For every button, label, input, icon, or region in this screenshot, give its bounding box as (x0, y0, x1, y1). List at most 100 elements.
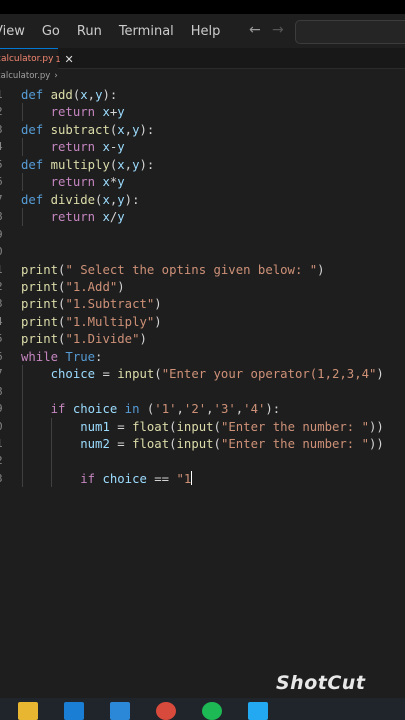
line-number: 4 (0, 138, 14, 156)
code-token: print (21, 262, 59, 277)
tab-calculator-py[interactable]: calculator.py 1 ✕ (0, 48, 74, 69)
problem-count-badge: 1 (55, 54, 61, 64)
code-line[interactable]: 2 return x+y (0, 103, 405, 121)
code-token: "1 (176, 471, 192, 486)
code-line[interactable]: 8 (0, 383, 405, 401)
code-token: , (176, 402, 184, 417)
code-line[interactable]: 0 (0, 243, 405, 261)
code-token: y (117, 105, 125, 120)
code-token: ( (169, 437, 177, 451)
code-line[interactable]: 6 while True: (0, 348, 405, 366)
code-token: ) (154, 297, 162, 312)
indent-guide (21, 103, 23, 121)
tab-filename: calculator.py (0, 54, 54, 64)
command-center-search[interactable] (295, 20, 405, 44)
code-token: = (109, 419, 133, 434)
code-token: '3' (213, 402, 236, 417)
code-line[interactable]: 1 print(" Select the optins given below: … (0, 261, 405, 279)
mail-icon[interactable] (64, 702, 84, 720)
code-token: num2 (80, 437, 110, 451)
code-line[interactable]: 3 if choice == "1 (0, 470, 405, 488)
forward-arrow-icon[interactable]: → (272, 22, 284, 38)
indent-guide (21, 208, 23, 226)
code-text: def divide(x,y): (21, 191, 139, 209)
chevron-right-icon: › (54, 71, 58, 81)
line-number: 8 (0, 208, 14, 226)
code-token: ( (154, 367, 162, 382)
code-line[interactable]: 4 return x-y (0, 138, 405, 156)
code-token: ( (139, 402, 155, 417)
code-token: x (102, 140, 110, 155)
code-token: x (102, 192, 110, 207)
code-token: ( (213, 437, 221, 451)
code-token: "1.Multiply" (65, 314, 155, 329)
code-token: print (21, 297, 59, 312)
code-token: )) (369, 419, 384, 434)
code-line[interactable]: 5 def multiply(x,y): (0, 156, 405, 174)
menu-go[interactable]: Go (42, 24, 60, 39)
menu-help[interactable]: Help (191, 24, 221, 39)
code-editor[interactable]: 1def add(x,y):2 return x+y3def subtract(… (0, 84, 405, 684)
line-number: 2 (0, 452, 14, 470)
code-line[interactable]: 9 (0, 226, 405, 244)
code-line[interactable]: 3 print("1.Subtract") (0, 295, 405, 313)
code-token: : (95, 349, 103, 364)
code-token: "1.Add" (65, 279, 118, 294)
line-number: 7 (0, 191, 14, 209)
code-line[interactable]: 5 print("1.Divide") (0, 330, 405, 348)
code-line[interactable]: 8 return x/y (0, 208, 405, 226)
code-token: '4' (243, 402, 266, 417)
code-token: ( (213, 419, 221, 434)
code-line[interactable]: 4 print("1.Multiply") (0, 313, 405, 331)
code-token: if (80, 471, 103, 486)
media-player-icon[interactable] (156, 702, 176, 720)
code-token: x (102, 210, 110, 225)
code-token: ): (102, 88, 118, 102)
code-token: def (21, 122, 51, 137)
line-number: 4 (0, 313, 14, 331)
text-cursor (191, 470, 193, 485)
code-line[interactable]: 0 num1 = float(input("Enter the number: … (0, 418, 405, 436)
code-line[interactable]: 1 def add(x,y): (0, 86, 405, 104)
line-number: 7 (0, 365, 14, 383)
code-line[interactable]: 3 def subtract(x,y): (0, 121, 405, 139)
code-text: print(" Select the optins given below: "… (21, 261, 325, 279)
line-number: 2 (0, 103, 14, 121)
breadcrumb-file[interactable]: calculator.py (0, 71, 50, 81)
code-text: def multiply(x,y): (21, 156, 154, 174)
code-line[interactable]: 2 (0, 452, 405, 470)
code-token: return (50, 105, 103, 120)
menu-view[interactable]: View (0, 24, 25, 39)
line-number: 3 (0, 470, 14, 488)
code-line[interactable]: 2 print("1.Add") (0, 278, 405, 296)
code-token: subtract (50, 122, 110, 137)
code-token: , (124, 122, 133, 137)
code-token: ) (117, 279, 125, 294)
spotify-icon[interactable] (202, 702, 222, 720)
code-text: return x+y (21, 103, 125, 121)
menu-terminal[interactable]: Terminal (119, 24, 174, 39)
file-explorer-icon[interactable] (18, 702, 38, 720)
indent-guide (21, 173, 23, 191)
code-token: = (109, 437, 133, 451)
line-number: 3 (0, 121, 14, 139)
code-text: return x/y (21, 208, 125, 226)
code-line[interactable]: 6 return x*y (0, 173, 405, 191)
code-line[interactable]: 9 if choice in ('1','2','3','4'): (0, 400, 405, 418)
line-number: 1 (0, 435, 14, 453)
code-line[interactable]: 7 def divide(x,y): (0, 191, 405, 209)
code-text: if choice in ('1','2','3','4'): (21, 400, 281, 418)
menu-run[interactable]: Run (77, 24, 102, 39)
code-line[interactable]: 7 choice = input("Enter your operator(1,… (0, 365, 405, 383)
line-number: 9 (0, 226, 14, 244)
back-arrow-icon[interactable]: ← (249, 22, 261, 38)
store-icon[interactable] (110, 702, 130, 720)
code-token: "1.Divide" (65, 332, 140, 347)
code-line[interactable]: 1 num2 = float(input("Enter the number: … (0, 435, 405, 453)
vscode-icon[interactable] (248, 702, 268, 720)
close-icon[interactable]: ✕ (65, 53, 74, 66)
code-token: choice (102, 471, 147, 486)
